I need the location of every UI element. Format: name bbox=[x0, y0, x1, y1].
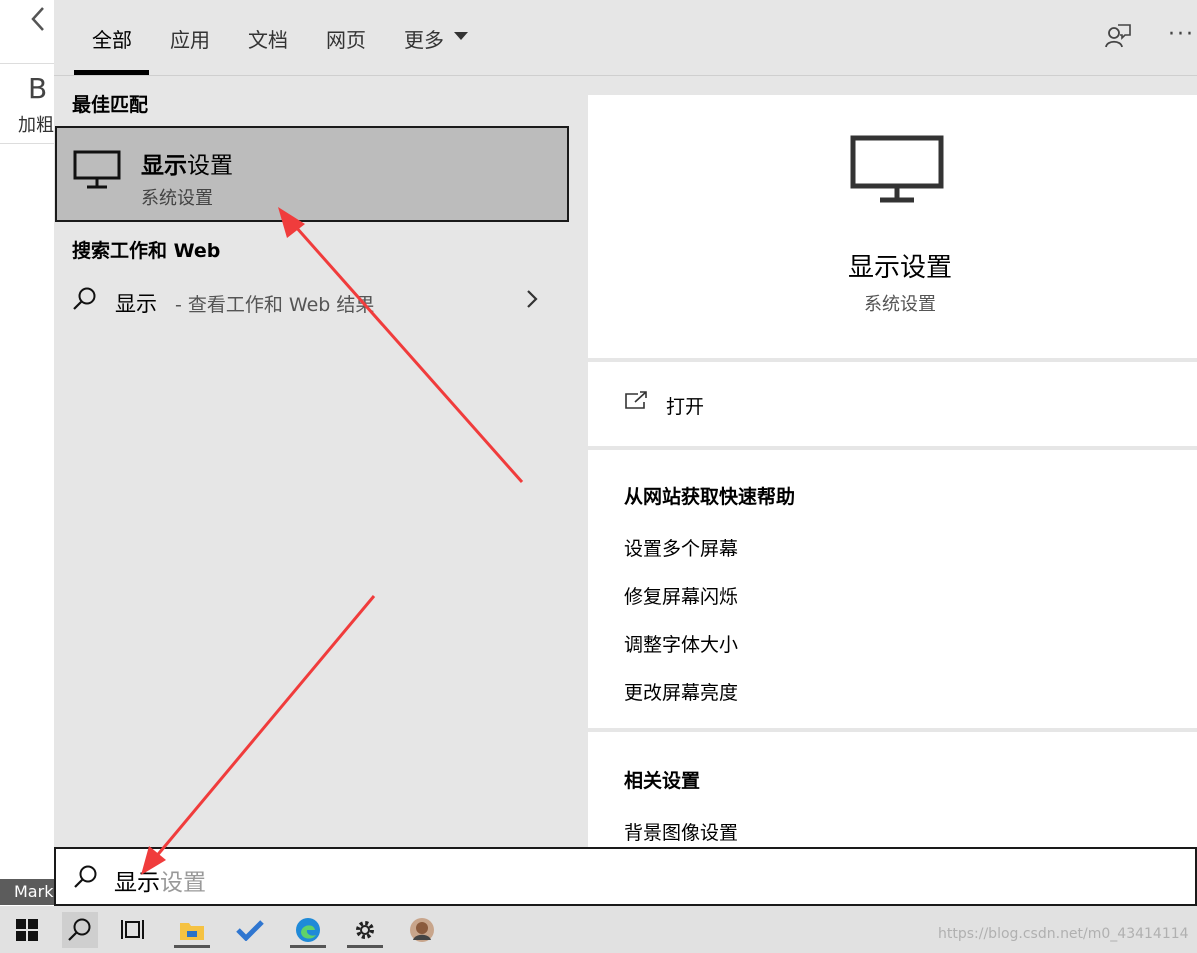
windows-start-icon[interactable] bbox=[9, 912, 45, 948]
result-title-rest: 设置 bbox=[187, 153, 233, 179]
bold-label: 加粗 bbox=[18, 115, 54, 136]
tab-all[interactable]: 全部 bbox=[92, 24, 132, 53]
related-link-background[interactable]: 背景图像设置 bbox=[624, 818, 738, 845]
open-label: 打开 bbox=[666, 396, 705, 418]
web-query: 显示 bbox=[115, 292, 157, 316]
chevron-right-icon[interactable] bbox=[525, 288, 539, 314]
running-indicator bbox=[174, 945, 210, 948]
chevron-down-icon bbox=[454, 32, 468, 40]
edge-icon[interactable] bbox=[290, 912, 326, 948]
result-title: 显示设置 bbox=[141, 146, 233, 180]
web-search-result[interactable]: 显示 - 查看工作和 Web 结果 bbox=[55, 268, 569, 332]
search-input[interactable]: 显示设置 bbox=[114, 863, 206, 897]
mark-label: Mark bbox=[0, 879, 54, 905]
detail-subtitle: 系统设置 bbox=[864, 294, 936, 315]
tab-web[interactable]: 网页 bbox=[326, 24, 366, 53]
best-match-result[interactable]: 显示设置 系统设置 bbox=[55, 126, 569, 222]
back-arrow-icon[interactable] bbox=[30, 6, 46, 39]
tab-documents[interactable]: 文档 bbox=[248, 24, 288, 53]
more-options-icon[interactable]: ··· bbox=[1168, 22, 1195, 47]
help-link-brightness[interactable]: 更改屏幕亮度 bbox=[624, 678, 738, 705]
bold-icon[interactable]: B bbox=[28, 72, 47, 105]
quick-help-section: 从网站获取快速帮助 设置多个屏幕 修复屏幕闪烁 调整字体大小 更改屏幕亮度 bbox=[588, 450, 1197, 728]
divider bbox=[0, 143, 54, 144]
active-tab-indicator bbox=[74, 70, 149, 75]
search-icon bbox=[72, 286, 98, 316]
result-title-match: 显示 bbox=[141, 153, 187, 179]
settings-icon[interactable] bbox=[347, 912, 383, 948]
related-settings-heading: 相关设置 bbox=[624, 770, 701, 792]
tab-apps[interactable]: 应用 bbox=[170, 24, 210, 53]
monitor-icon bbox=[73, 150, 121, 194]
help-link-multiple-screens[interactable]: 设置多个屏幕 bbox=[624, 534, 738, 561]
task-view-icon[interactable] bbox=[116, 912, 152, 948]
search-icon bbox=[73, 864, 99, 894]
quick-help-heading: 从网站获取快速帮助 bbox=[624, 486, 796, 508]
open-action[interactable]: 打开 bbox=[588, 362, 1197, 446]
todo-icon[interactable] bbox=[232, 912, 268, 948]
monitor-icon bbox=[850, 135, 944, 209]
tab-more[interactable]: 更多 bbox=[404, 24, 444, 53]
search-box[interactable]: 显示设置 bbox=[54, 847, 1197, 906]
related-settings-section: 相关设置 背景图像设置 bbox=[588, 732, 1197, 848]
file-explorer-icon[interactable] bbox=[174, 912, 210, 948]
help-link-fix-flicker[interactable]: 修复屏幕闪烁 bbox=[624, 582, 738, 609]
best-match-heading: 最佳匹配 bbox=[72, 94, 149, 116]
taskbar-search-icon[interactable] bbox=[62, 912, 98, 948]
open-external-icon bbox=[624, 390, 650, 416]
search-typed-text: 显示 bbox=[114, 870, 160, 896]
web-search-heading: 搜索工作和 Web bbox=[72, 240, 221, 262]
detail-header-card: 显示设置 系统设置 bbox=[588, 95, 1197, 358]
web-hint: - 查看工作和 Web 结果 bbox=[175, 294, 375, 316]
detail-title: 显示设置 bbox=[847, 253, 952, 283]
watermark-text: https://blog.csdn.net/m0_43414114 bbox=[938, 926, 1189, 942]
result-subtitle: 系统设置 bbox=[141, 188, 213, 209]
running-indicator bbox=[347, 945, 383, 948]
search-suggestion-text: 设置 bbox=[160, 870, 206, 896]
help-link-font-size[interactable]: 调整字体大小 bbox=[624, 630, 738, 657]
search-tabs: 全部 应用 文档 网页 更多 ··· bbox=[54, 0, 1197, 76]
feedback-icon[interactable] bbox=[1104, 22, 1132, 54]
running-indicator bbox=[290, 945, 326, 948]
divider bbox=[0, 63, 54, 64]
user-avatar-icon[interactable] bbox=[404, 912, 440, 948]
